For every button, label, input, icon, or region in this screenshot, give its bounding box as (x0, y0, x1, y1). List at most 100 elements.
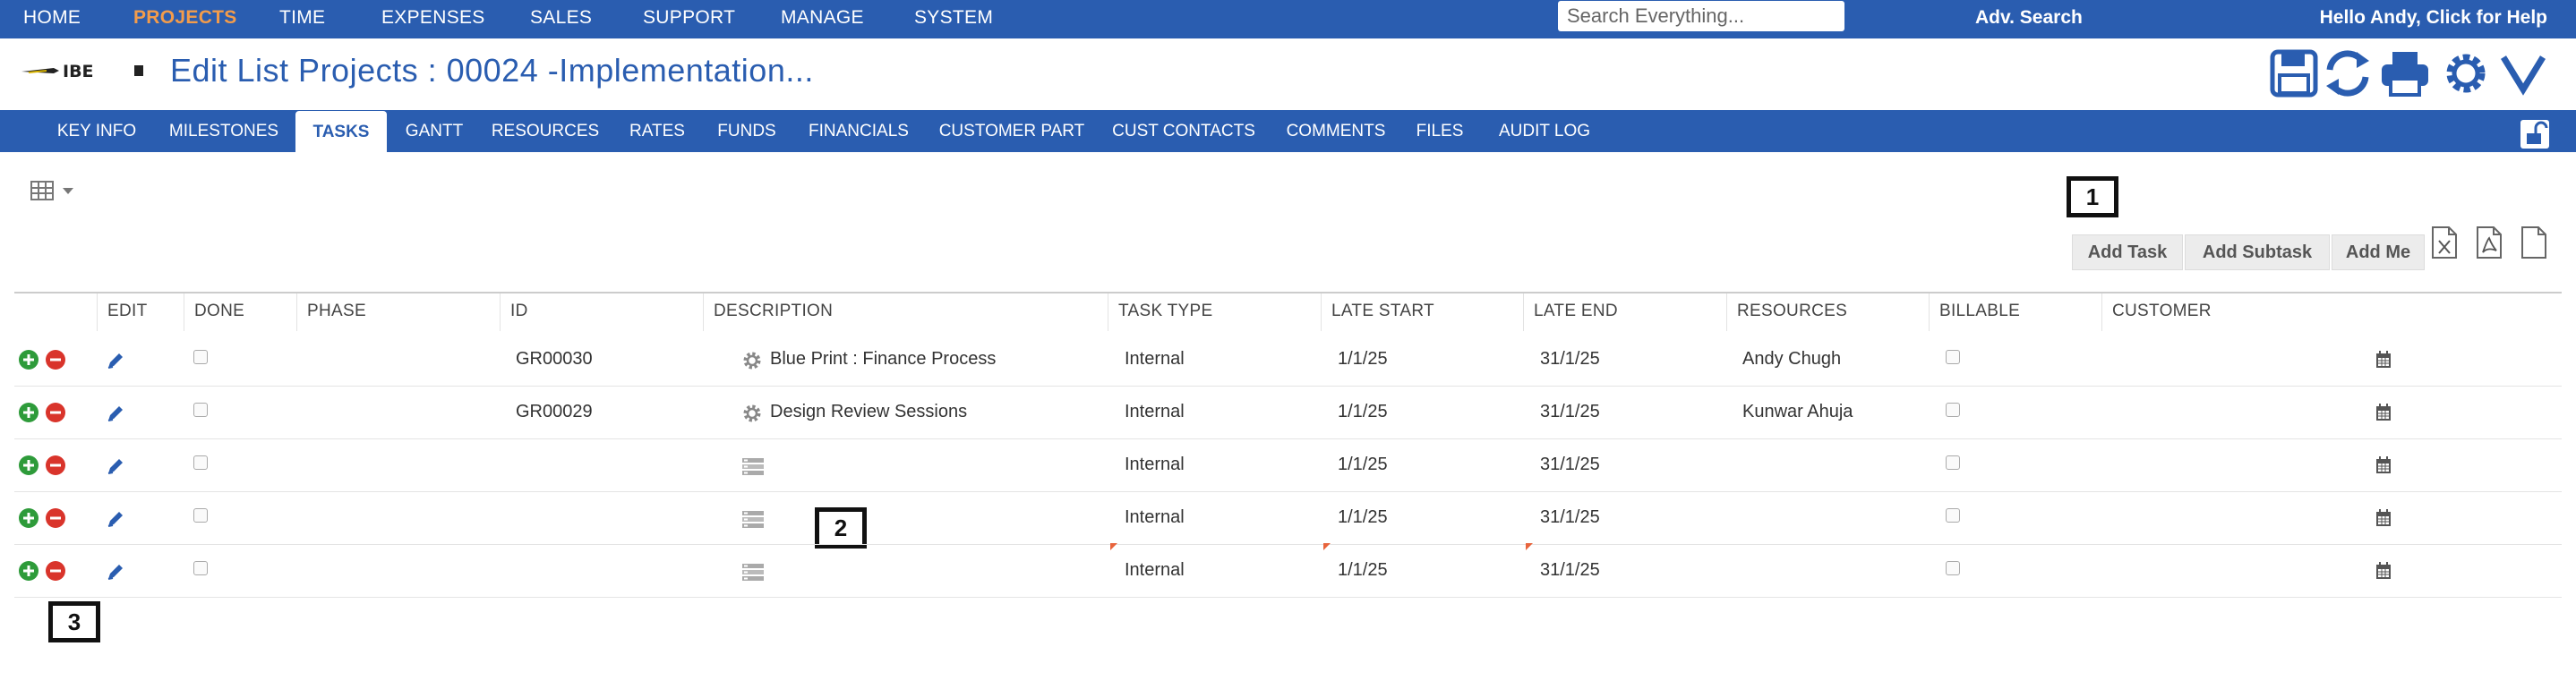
done-checkbox[interactable] (193, 508, 208, 523)
task-resources: Andy Chugh (1742, 349, 1842, 369)
done-checkbox[interactable] (193, 455, 208, 470)
unlock-icon[interactable] (2520, 120, 2549, 149)
col-header-resources[interactable]: RESOURCES (1737, 302, 1847, 321)
pdf-export-icon[interactable] (2475, 225, 2503, 259)
gear-icon[interactable] (2441, 48, 2491, 98)
billable-checkbox[interactable] (1946, 561, 1960, 575)
calendar-icon[interactable] (2375, 404, 2392, 421)
col-header-late-start[interactable]: LATE START (1331, 302, 1434, 321)
late-start: 1/1/25 (1338, 560, 1388, 580)
list-icon (742, 511, 764, 528)
tab-funds[interactable]: FUNDS (709, 110, 784, 152)
adv-search-link[interactable]: Adv. Search (1975, 0, 2083, 36)
grid-view-icon[interactable] (30, 181, 54, 200)
view-dropdown-caret-icon[interactable] (63, 188, 73, 194)
column-divider (500, 293, 501, 331)
col-header-id[interactable]: ID (510, 302, 528, 321)
task-description: Design Review Sessions (770, 402, 968, 421)
list-icon (742, 458, 764, 475)
save-icon[interactable] (2269, 48, 2319, 98)
nav-sales[interactable]: SALES (530, 0, 592, 38)
excel-export-icon[interactable] (2430, 225, 2459, 259)
col-header-customer[interactable]: CUSTOMER (2112, 302, 2212, 321)
gear-icon (743, 404, 761, 422)
tab-customer-part[interactable]: CUSTOMER PART (937, 110, 1087, 152)
document-export-icon[interactable] (2520, 225, 2548, 259)
col-header-edit[interactable]: EDIT (107, 302, 147, 321)
billable-checkbox[interactable] (1946, 508, 1960, 523)
tab-milestones[interactable]: MILESTONES (159, 110, 288, 152)
add-subtask-button[interactable]: Add Subtask (2185, 234, 2330, 270)
billable-checkbox[interactable] (1946, 403, 1960, 417)
modified-cell-flag (1323, 543, 1331, 550)
add-row-icon[interactable] (18, 455, 39, 476)
tab-financials[interactable]: FINANCIALS (800, 110, 917, 152)
edit-pencil-icon[interactable] (106, 562, 125, 582)
add-task-button[interactable]: Add Task (2072, 234, 2183, 270)
gear-icon (743, 352, 761, 370)
col-header-done[interactable]: DONE (194, 302, 244, 321)
tab-tasks[interactable]: TASKS (295, 111, 387, 152)
calendar-icon[interactable] (2375, 456, 2392, 474)
late-end: 31/1/25 (1540, 402, 1600, 421)
add-me-button[interactable]: Add Me (2332, 234, 2425, 270)
chevron-down-icon[interactable] (2498, 48, 2548, 98)
remove-row-icon[interactable] (45, 349, 66, 370)
calendar-icon[interactable] (2375, 562, 2392, 580)
table-row: GR00030 Blue Print : Finance Process Inter… (14, 333, 2562, 387)
tab-files[interactable]: FILES (1409, 110, 1470, 152)
done-checkbox[interactable] (193, 350, 208, 364)
tab-rates[interactable]: RATES (620, 110, 695, 152)
billable-checkbox[interactable] (1946, 455, 1960, 470)
top-navigation-bar: HOME PROJECTS TIME EXPENSES SALES SUPPOR… (0, 0, 2576, 38)
done-checkbox[interactable] (193, 561, 208, 575)
remove-row-icon[interactable] (45, 507, 66, 529)
billable-checkbox[interactable] (1946, 350, 1960, 364)
late-end: 31/1/25 (1540, 507, 1600, 527)
remove-row-icon[interactable] (45, 455, 66, 476)
tab-cust-contacts[interactable]: CUST CONTACTS (1107, 110, 1261, 152)
tab-resources[interactable]: RESOURCES (489, 110, 602, 152)
task-id: GR00029 (516, 402, 593, 421)
remove-row-icon[interactable] (45, 560, 66, 582)
annotation-marker-3: 3 (48, 601, 100, 642)
edit-pencil-icon[interactable] (106, 456, 125, 476)
tab-audit-log[interactable]: AUDIT LOG (1490, 110, 1599, 152)
nav-expenses[interactable]: EXPENSES (381, 0, 485, 38)
add-row-icon[interactable] (18, 349, 39, 370)
late-start: 1/1/25 (1338, 507, 1388, 527)
table-row: Internal 1/1/25 31/1/25 (14, 438, 2562, 492)
col-header-description[interactable]: DESCRIPTION (714, 302, 833, 321)
col-header-late-end[interactable]: LATE END (1534, 302, 1618, 321)
remove-row-icon[interactable] (45, 402, 66, 423)
col-header-task-type[interactable]: TASK TYPE (1118, 302, 1212, 321)
calendar-icon[interactable] (2375, 351, 2392, 369)
nav-support[interactable]: SUPPORT (643, 0, 735, 38)
nav-home[interactable]: HOME (23, 0, 81, 38)
table-row: Internal 1/1/25 31/1/25 (14, 491, 2562, 545)
logo-text: IBE (63, 62, 94, 81)
late-end: 31/1/25 (1540, 455, 1600, 474)
nav-projects[interactable]: PROJECTS (133, 0, 237, 38)
nav-time[interactable]: TIME (279, 0, 325, 38)
edit-pencil-icon[interactable] (106, 404, 125, 423)
search-input[interactable] (1558, 1, 1844, 31)
nav-system[interactable]: SYSTEM (914, 0, 993, 38)
col-header-billable[interactable]: BILLABLE (1939, 302, 2020, 321)
done-checkbox[interactable] (193, 403, 208, 417)
nav-manage[interactable]: MANAGE (781, 0, 864, 38)
add-row-icon[interactable] (18, 560, 39, 582)
company-logo: IBE (21, 62, 143, 81)
tab-key-info[interactable]: KEY INFO (43, 110, 150, 152)
print-icon[interactable] (2380, 48, 2430, 98)
calendar-icon[interactable] (2375, 509, 2392, 527)
edit-pencil-icon[interactable] (106, 509, 125, 529)
add-row-icon[interactable] (18, 402, 39, 423)
tab-gantt[interactable]: GANTT (398, 110, 471, 152)
user-greeting-link[interactable]: Hello Andy, Click for Help (2320, 0, 2547, 36)
refresh-icon[interactable] (2323, 48, 2373, 98)
tab-comments[interactable]: COMMENTS (1280, 110, 1391, 152)
add-row-icon[interactable] (18, 507, 39, 529)
col-header-phase[interactable]: PHASE (307, 302, 366, 321)
edit-pencil-icon[interactable] (106, 351, 125, 370)
